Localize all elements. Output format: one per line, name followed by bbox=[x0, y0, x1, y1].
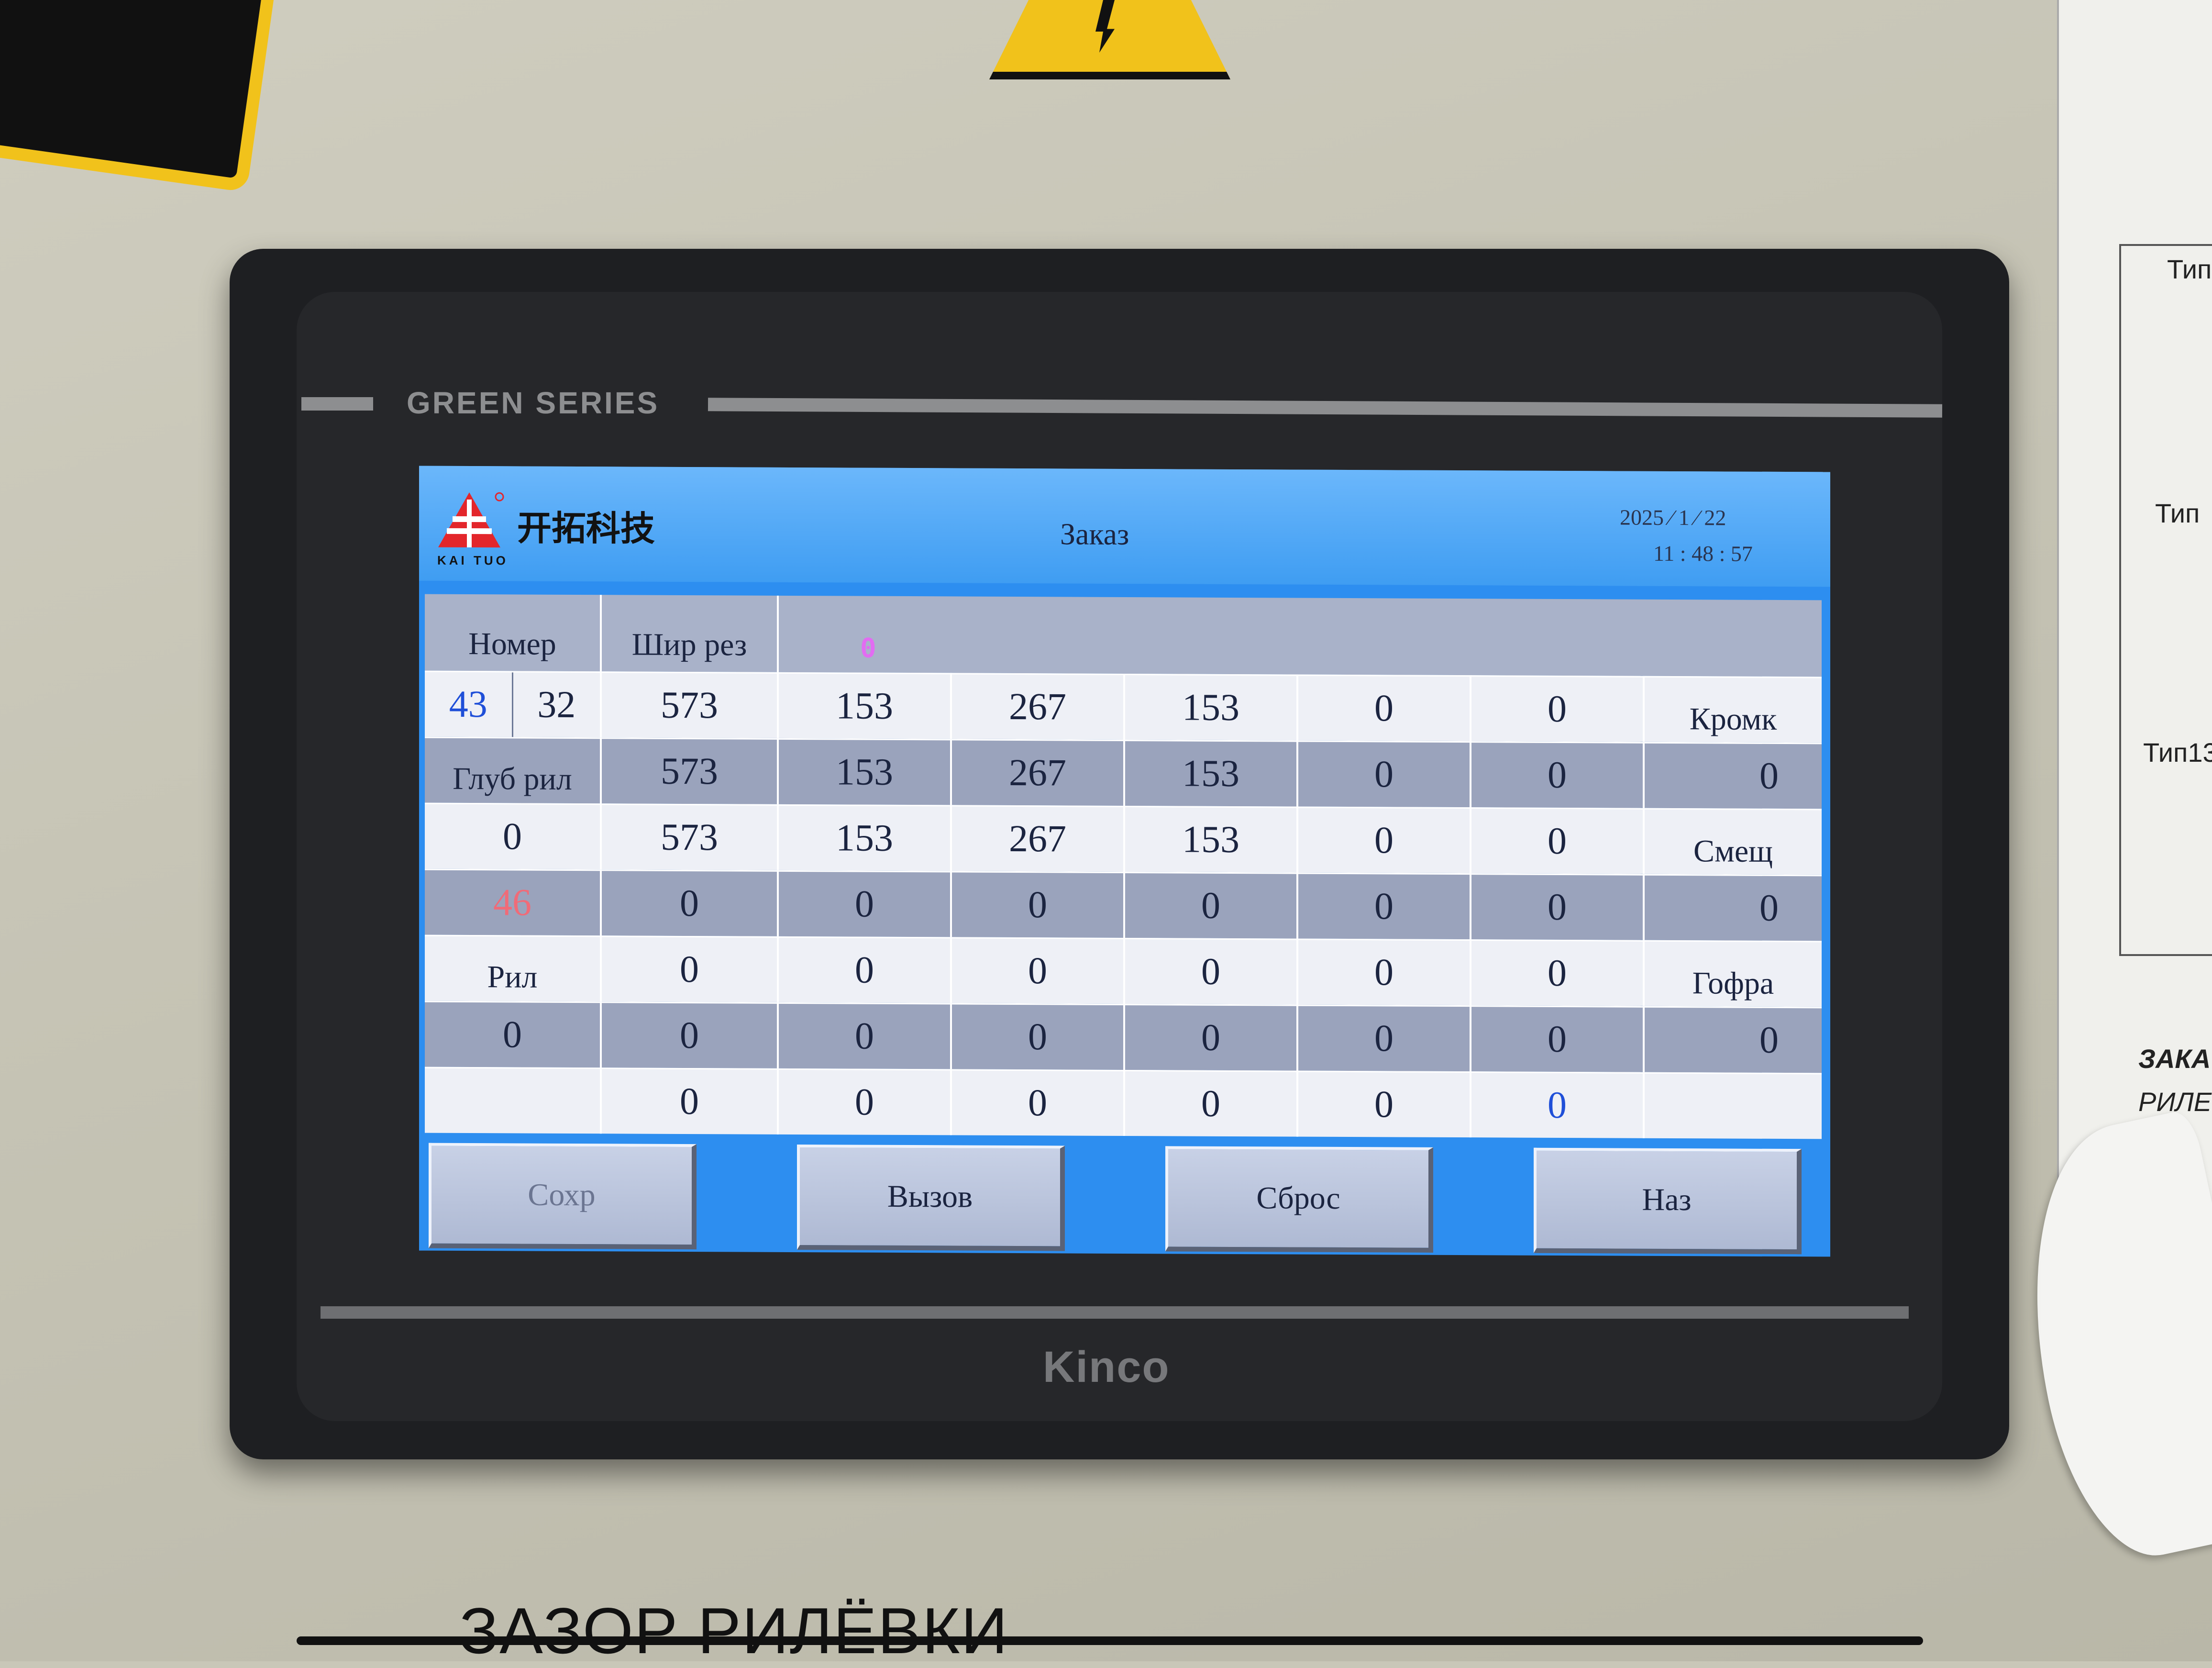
table-cell[interactable]: 0 bbox=[779, 1002, 952, 1069]
table-row: 0 573 153 267 153 0 0 Смещ bbox=[425, 802, 1822, 875]
table-cell[interactable]: 267 bbox=[952, 673, 1125, 740]
table-cell[interactable]: 153 bbox=[1125, 806, 1298, 873]
table-cell[interactable]: 0 bbox=[1298, 1070, 1471, 1138]
table-cell[interactable]: 0 bbox=[779, 870, 952, 937]
button-bar: Сохр Вызов Сброс Наз bbox=[419, 1134, 1830, 1257]
groove-depth-value[interactable]: 0 bbox=[425, 802, 602, 870]
table-cell[interactable]: 153 bbox=[779, 738, 952, 805]
header-value: 0 bbox=[860, 633, 876, 664]
table-cell[interactable]: 573 bbox=[602, 671, 779, 738]
order-number-b[interactable]: 32 bbox=[513, 672, 600, 737]
corrugation-value[interactable]: 0 bbox=[1645, 1006, 1822, 1073]
paper-text-1: Тип bbox=[2167, 254, 2212, 284]
table-cell[interactable]: 0 bbox=[1298, 806, 1471, 874]
table-cell[interactable]: 0 bbox=[952, 871, 1125, 938]
edge-value[interactable]: 0 bbox=[1645, 742, 1822, 809]
table-cell[interactable]: 0 bbox=[1298, 674, 1471, 742]
page-title: Заказ bbox=[1060, 517, 1129, 552]
table-cell[interactable]: 0 bbox=[952, 937, 1125, 1004]
table-cell[interactable]: 0 bbox=[1471, 1005, 1645, 1072]
series-stripe-left bbox=[301, 397, 373, 411]
paper-text-3: Тип13 bbox=[2143, 737, 2212, 767]
table-cell[interactable]: 0 bbox=[779, 936, 952, 1003]
table-cell[interactable]: 0 bbox=[602, 935, 779, 1002]
brand-stripe bbox=[321, 1306, 1909, 1319]
table-cell[interactable]: 573 bbox=[602, 803, 779, 870]
save-button[interactable]: Сохр bbox=[429, 1143, 697, 1250]
table-cell[interactable]: 0 bbox=[1471, 1071, 1645, 1138]
table-cell[interactable]: 0 bbox=[1125, 872, 1298, 939]
table-cell[interactable]: 267 bbox=[952, 805, 1125, 872]
table-cell[interactable]: 153 bbox=[1125, 674, 1298, 741]
brand-logo: Kinco bbox=[1043, 1343, 1170, 1391]
table-row: 0 0 0 0 0 0 bbox=[425, 1067, 1822, 1139]
header-cut-width: Шир рез bbox=[602, 595, 779, 672]
paper-text-2: Тип bbox=[2155, 498, 2200, 528]
table-cell[interactable]: 573 bbox=[602, 737, 779, 804]
order-table: Номер Шир рез 0 43 32 573 153 267 153 0 … bbox=[425, 594, 1822, 1139]
table-row: Рил 0 0 0 0 0 0 Гофра bbox=[425, 934, 1822, 1007]
recall-button[interactable]: Вызов bbox=[797, 1145, 1065, 1251]
table-cell[interactable]: 0 bbox=[952, 1069, 1125, 1136]
table-cell[interactable]: 0 bbox=[602, 1001, 779, 1068]
table-cell[interactable]: 0 bbox=[602, 1068, 779, 1134]
table-cell[interactable]: 153 bbox=[779, 672, 952, 739]
paper-table bbox=[2119, 244, 2212, 956]
offset-value[interactable]: 0 bbox=[1645, 874, 1822, 941]
edge-label: Кромк bbox=[1645, 676, 1822, 743]
table-cell[interactable]: 0 bbox=[602, 869, 779, 936]
table-cell[interactable]: 153 bbox=[1125, 740, 1298, 807]
order-number-a[interactable]: 43 bbox=[425, 672, 513, 737]
table-row: 0 0 0 0 0 0 0 0 bbox=[425, 1001, 1822, 1073]
table-header-row: Номер Шир рез 0 bbox=[425, 594, 1822, 677]
table-cell[interactable]: 0 bbox=[1471, 741, 1645, 808]
table-cell[interactable]: 0 bbox=[1125, 1070, 1298, 1137]
table-row: 43 32 573 153 267 153 0 0 Кромк bbox=[425, 670, 1822, 743]
table-cell[interactable]: 0 bbox=[1471, 675, 1645, 742]
table-cell[interactable]: 0 bbox=[1125, 1004, 1298, 1071]
groove-depth-label: Глуб рил bbox=[425, 736, 602, 804]
reset-button[interactable]: Сброс bbox=[1165, 1146, 1433, 1253]
back-button[interactable]: Наз bbox=[1534, 1147, 1802, 1255]
creaser-value[interactable]: 0 bbox=[425, 1001, 602, 1068]
kaituo-logo-icon bbox=[438, 492, 504, 548]
table-row: Глуб рил 573 153 267 153 0 0 0 bbox=[425, 736, 1822, 809]
hmi-screen: 开拓科技 KAI TUO Заказ 2025 ⁄ 1 ⁄ 22 11 : 48… bbox=[419, 466, 1830, 1257]
creaser-label: Рил bbox=[425, 934, 602, 1002]
table-row: 46 0 0 0 0 0 0 0 bbox=[425, 868, 1822, 941]
warning-sign-icon bbox=[0, 0, 279, 193]
table-cell-empty bbox=[425, 1067, 602, 1134]
table-cell[interactable]: 0 bbox=[952, 1003, 1125, 1070]
logo-text-cn: 开拓科技 bbox=[517, 508, 655, 549]
offset-label: Смещ bbox=[1645, 808, 1822, 875]
header-number: Номер bbox=[425, 594, 602, 672]
cabinet-label: ЗАЗОР РИЛЁВКИ bbox=[459, 1594, 1009, 1667]
table-cell[interactable]: 0 bbox=[1298, 938, 1471, 1006]
date-display: 2025 ⁄ 1 ⁄ 22 bbox=[1620, 505, 1726, 530]
time-display: 11 : 48 : 57 bbox=[1653, 541, 1753, 566]
counter-value: 46 bbox=[425, 868, 602, 936]
table-cell[interactable]: 0 bbox=[1471, 807, 1645, 874]
table-cell[interactable]: 0 bbox=[1298, 872, 1471, 940]
paper-text-4: ЗАКА bbox=[2138, 1044, 2211, 1074]
order-number-cell[interactable]: 43 32 bbox=[425, 670, 602, 738]
table-cell[interactable]: 0 bbox=[1471, 939, 1645, 1006]
table-cell[interactable]: 267 bbox=[952, 739, 1125, 806]
table-cell[interactable]: 0 bbox=[1298, 740, 1471, 808]
table-cell[interactable]: 0 bbox=[779, 1068, 952, 1135]
table-cell[interactable]: 153 bbox=[779, 804, 952, 871]
table-cell-empty bbox=[1645, 1072, 1822, 1139]
table-cell[interactable]: 0 bbox=[1471, 873, 1645, 940]
table-cell[interactable]: 0 bbox=[1298, 1004, 1471, 1072]
logo-text-en: KAI TUO bbox=[437, 553, 509, 568]
table-cell[interactable]: 0 bbox=[1125, 938, 1298, 1005]
title-bar: 开拓科技 KAI TUO Заказ 2025 ⁄ 1 ⁄ 22 11 : 48… bbox=[419, 466, 1830, 587]
series-label: GREEN SERIES bbox=[407, 386, 660, 420]
corrugation-label: Гофра bbox=[1645, 940, 1822, 1007]
